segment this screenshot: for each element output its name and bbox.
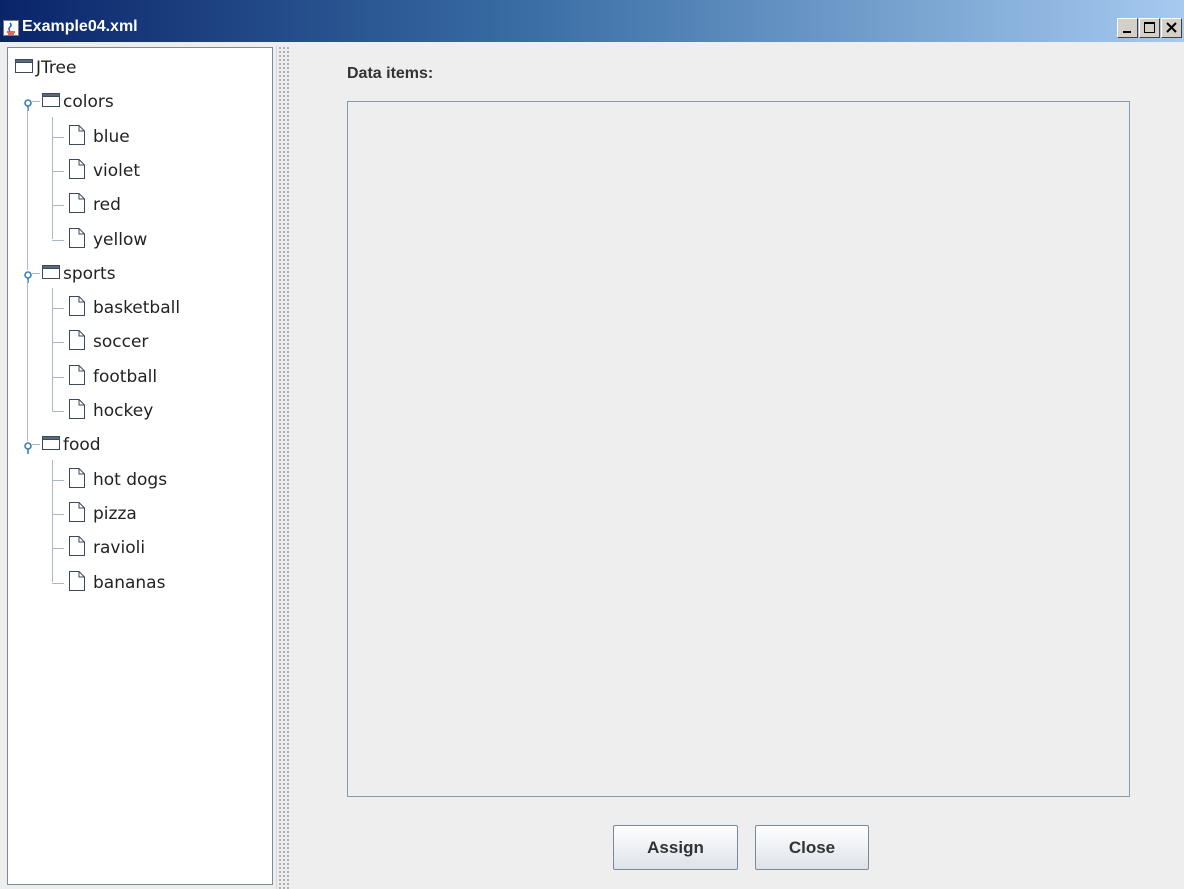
document-icon	[68, 158, 86, 185]
folder-icon	[14, 57, 34, 80]
tree-guide-line	[52, 308, 64, 310]
tree-guide-line	[52, 513, 64, 515]
close-button[interactable]: Close	[755, 825, 869, 870]
tree-node-label: football	[93, 366, 158, 387]
tree-node-label: yellow	[93, 229, 148, 250]
document-icon	[68, 467, 86, 494]
tree-guide-line	[52, 376, 64, 378]
document-icon	[68, 227, 86, 254]
tree-node-label: colors	[63, 92, 114, 113]
document-icon	[68, 501, 86, 528]
tree-guide-line	[32, 101, 40, 103]
tree-node-label: red	[93, 195, 121, 216]
tree-guide-line	[52, 459, 53, 583]
document-icon	[68, 192, 86, 219]
document-icon	[68, 535, 86, 562]
document-icon	[68, 329, 86, 356]
data-items-label: Data items:	[347, 65, 434, 82]
tree-node-label: pizza	[93, 503, 137, 524]
tree-guide-line	[27, 279, 28, 442]
jtree-panel[interactable]: JTree colors blue violet red yellow sports bask…	[7, 47, 273, 885]
expand-collapse-icon[interactable]	[23, 96, 33, 116]
tree-node-label: bananas	[93, 572, 166, 593]
tree-guide-line	[52, 205, 64, 207]
close-window-button[interactable]	[1161, 18, 1182, 38]
data-items-list[interactable]	[347, 101, 1130, 797]
document-icon	[68, 295, 86, 322]
tree-guide-line	[52, 239, 64, 241]
tree-node-label: sports	[63, 263, 116, 284]
document-icon	[68, 364, 86, 391]
document-icon	[68, 124, 86, 151]
split-pane-divider[interactable]	[276, 45, 291, 889]
tree-guide-line	[52, 342, 64, 344]
tree-node-label: food	[63, 435, 101, 456]
tree-guide-line	[27, 108, 28, 270]
tree-node-label: JTree	[36, 58, 77, 78]
tree-guide-line	[52, 582, 64, 584]
assign-button[interactable]: Assign	[613, 825, 738, 870]
expand-collapse-icon[interactable]	[23, 268, 33, 288]
tree-guide-line	[32, 444, 40, 446]
tree-node-label: violet	[93, 160, 141, 181]
document-icon	[68, 570, 86, 597]
tree-node-label: basketball	[93, 298, 181, 319]
folder-icon	[41, 434, 61, 457]
tree-guide-line	[52, 116, 53, 240]
content-pane: JTree colors blue violet red yellow sports bask…	[0, 42, 1184, 889]
expand-collapse-icon[interactable]	[23, 439, 33, 459]
document-icon	[68, 398, 86, 425]
tree-node-label: soccer	[93, 332, 149, 353]
tree-node-label: hockey	[93, 401, 154, 421]
java-app-icon	[3, 20, 19, 36]
app-window: Example04.xml JTree colors blue violet red ye…	[0, 0, 1184, 889]
tree-guide-line	[52, 170, 64, 172]
tree-guide-line	[52, 479, 64, 481]
minimize-button[interactable]	[1117, 18, 1138, 38]
tree-guide-line	[32, 272, 40, 274]
tree-guide-line	[52, 548, 64, 550]
tree-node-label: blue	[93, 126, 130, 147]
title-bar[interactable]: Example04.xml	[0, 0, 1184, 42]
folder-icon	[41, 91, 61, 114]
tree-guide-line	[52, 288, 53, 411]
maximize-button[interactable]	[1139, 18, 1160, 38]
folder-icon	[41, 263, 61, 286]
tree-node-label: ravioli	[93, 538, 146, 559]
tree-guide-line	[52, 136, 64, 138]
window-title: Example04.xml	[22, 18, 138, 35]
tree-guide-line	[52, 411, 64, 412]
tree-node-label: hot dogs	[93, 469, 168, 490]
